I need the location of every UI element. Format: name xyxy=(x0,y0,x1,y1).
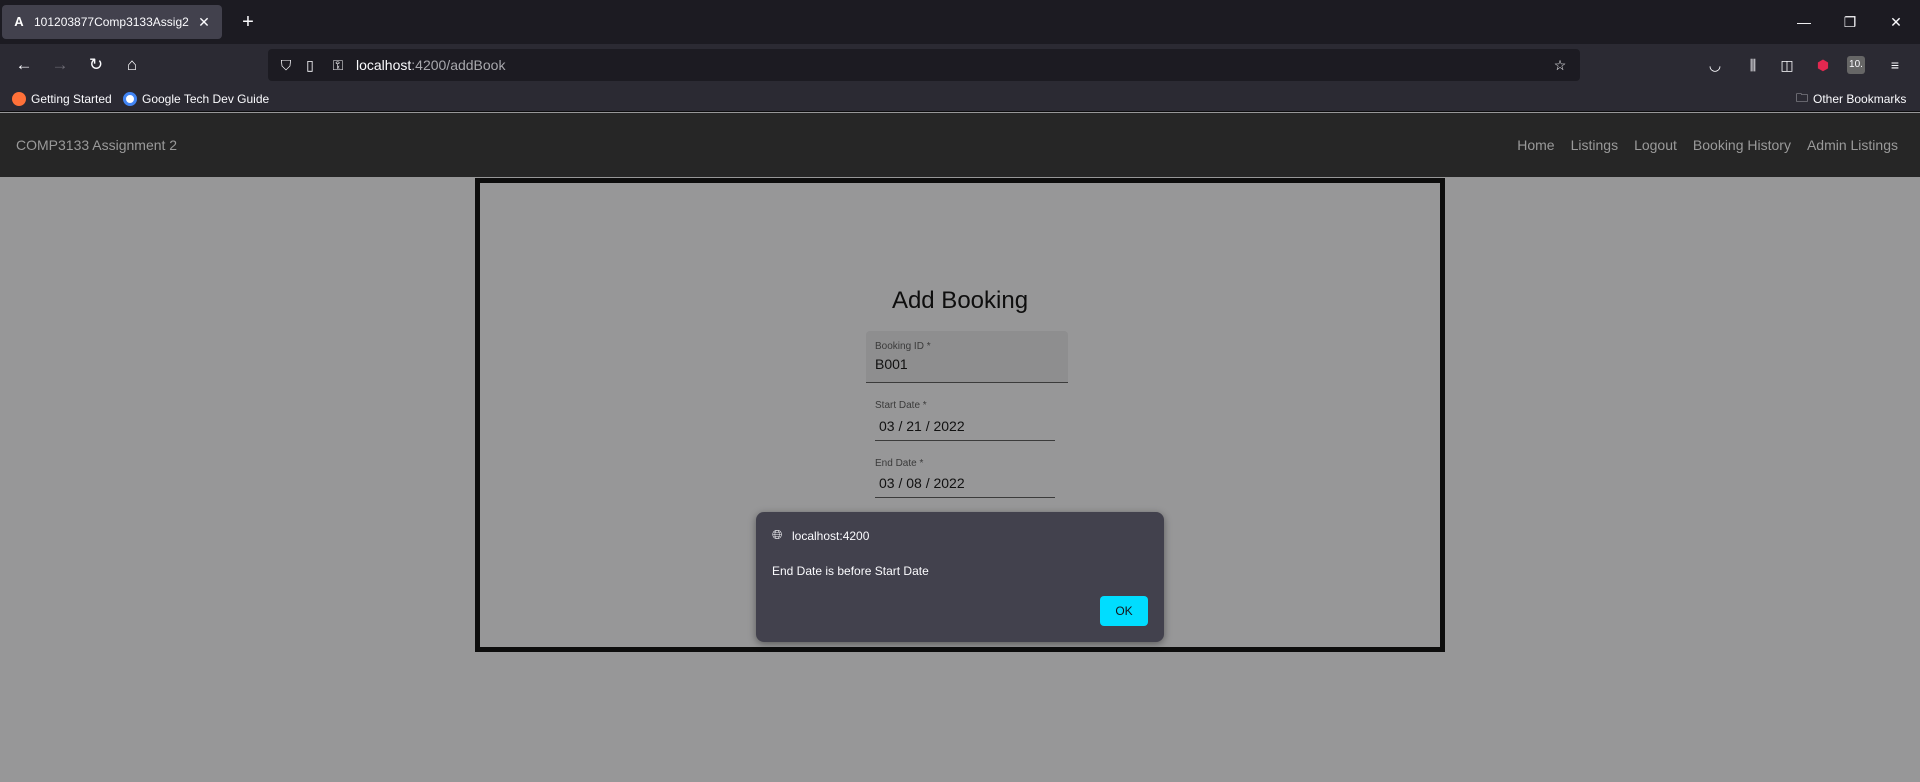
reload-icon[interactable]: ↻ xyxy=(84,53,108,77)
nav-home[interactable]: Home xyxy=(1517,137,1554,153)
close-window-icon[interactable]: ✕ xyxy=(1882,8,1910,36)
library-icon[interactable]: ⫼ xyxy=(1741,53,1765,77)
end-date-underline xyxy=(875,497,1055,498)
bookmark-star-icon[interactable]: ☆ xyxy=(1548,53,1572,77)
dialog-origin: localhost:4200 xyxy=(792,529,870,543)
bookmark-label: Getting Started xyxy=(31,92,112,106)
start-date-underline xyxy=(875,440,1055,441)
firefox-icon xyxy=(12,92,26,106)
app-nav: Home Listings Logout Booking History Adm… xyxy=(1517,137,1898,153)
alert-dialog: 🌐︎ localhost:4200 End Date is before Sta… xyxy=(756,512,1164,642)
globe-icon: 🌐︎ xyxy=(772,527,783,542)
url-host: localhost xyxy=(356,57,412,73)
url-path: :4200/addBook xyxy=(411,57,506,73)
key-icon[interactable]: ⚿ xyxy=(326,53,350,77)
app-menu-icon[interactable]: ≡ xyxy=(1883,53,1907,77)
google-icon xyxy=(123,92,137,106)
bookmark-google-tech-dev-guide[interactable]: Google Tech Dev Guide xyxy=(123,90,269,108)
url-bar[interactable]: ⛉ ▯ ⚿ localhost:4200/addBook ☆ xyxy=(268,49,1580,81)
booking-id-value[interactable]: B001 xyxy=(875,356,908,372)
nav-admin-listings[interactable]: Admin Listings xyxy=(1807,137,1898,153)
browser-navbar: ← → ↻ ⌂ ⛉ ▯ ⚿ localhost:4200/addBook ☆ ◡… xyxy=(0,44,1920,86)
tab-title: 101203877Comp3133Assig2 xyxy=(34,15,189,29)
folder-icon: 🗀 xyxy=(1796,90,1809,105)
home-icon[interactable]: ⌂ xyxy=(120,53,144,77)
close-tab-icon[interactable]: ✕ xyxy=(196,14,212,31)
start-date-label: Start Date * xyxy=(875,400,927,411)
browser-tab[interactable]: A 101203877Comp3133Assig2 ✕ xyxy=(2,5,222,39)
extension-badge[interactable]: 10. xyxy=(1847,56,1865,74)
shield-icon[interactable]: ⛉ xyxy=(274,53,298,77)
restore-icon[interactable]: ❐ xyxy=(1836,8,1864,36)
angular-logo-icon: A xyxy=(14,14,24,29)
other-bookmarks[interactable]: 🗀 Other Bookmarks xyxy=(1796,90,1906,108)
nav-listings[interactable]: Listings xyxy=(1571,137,1618,153)
back-icon[interactable]: ← xyxy=(12,53,36,77)
sidebar-icon[interactable]: ◫ xyxy=(1775,53,1799,77)
pocket-icon[interactable]: ◡ xyxy=(1703,53,1727,77)
new-tab-button[interactable]: + xyxy=(236,10,260,34)
bookmark-label: Google Tech Dev Guide xyxy=(142,92,270,106)
ublock-icon[interactable]: ⬢ xyxy=(1811,53,1835,77)
other-bookmarks-label: Other Bookmarks xyxy=(1813,92,1907,106)
browser-tabbar: A 101203877Comp3133Assig2 ✕ + — ❐ ✕ xyxy=(0,0,1920,44)
end-date-input[interactable]: 03 / 08 / 2022 xyxy=(879,475,965,491)
app-toolbar: COMP3133 Assignment 2 Home Listings Logo… xyxy=(0,113,1920,177)
minimize-icon[interactable]: — xyxy=(1790,8,1818,36)
end-date-label: End Date * xyxy=(875,458,924,469)
start-date-input[interactable]: 03 / 21 / 2022 xyxy=(879,418,965,434)
forward-icon[interactable]: → xyxy=(48,53,72,77)
booking-id-label: Booking ID * xyxy=(875,341,931,352)
dialog-message: End Date is before Start Date xyxy=(772,564,929,578)
ok-button[interactable]: OK xyxy=(1100,596,1148,626)
bookmarks-bar: Getting Started Google Tech Dev Guide 🗀 … xyxy=(0,86,1920,112)
url-text[interactable]: localhost:4200/addBook xyxy=(356,57,505,73)
page-title: Add Booking xyxy=(891,287,1029,314)
page-icon[interactable]: ▯ xyxy=(298,53,322,77)
nav-booking-history[interactable]: Booking History xyxy=(1693,137,1791,153)
nav-logout[interactable]: Logout xyxy=(1634,137,1677,153)
bookmark-getting-started[interactable]: Getting Started xyxy=(12,90,112,108)
app-brand: COMP3133 Assignment 2 xyxy=(16,137,178,153)
